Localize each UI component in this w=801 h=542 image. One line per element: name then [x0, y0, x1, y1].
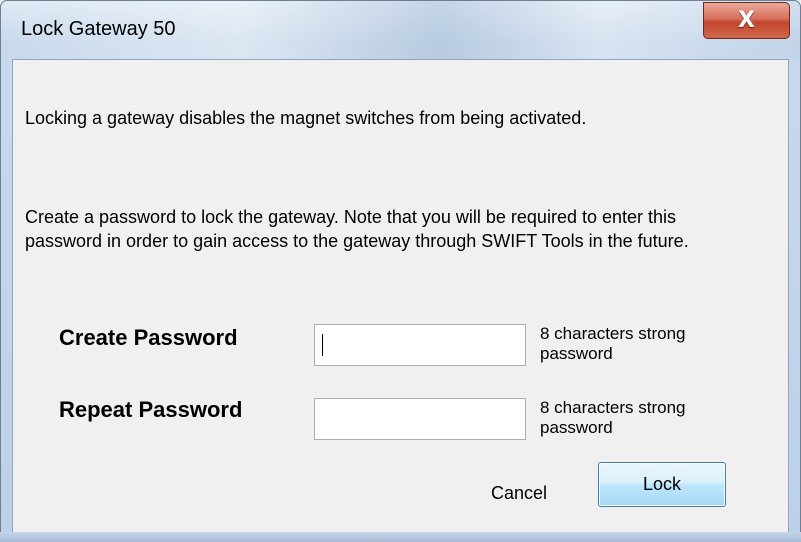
repeat-password-input[interactable]	[314, 398, 526, 440]
instruction-text: Create a password to lock the gateway. N…	[25, 207, 689, 251]
text-caret	[322, 334, 323, 356]
cancel-button[interactable]: Cancel	[491, 483, 547, 504]
intro-text: Locking a gateway disables the magnet sw…	[25, 108, 587, 128]
repeat-password-hint: 8 characters strong password	[540, 398, 686, 437]
window-bottom-border	[0, 532, 801, 542]
window-title: Lock Gateway 50	[21, 18, 176, 40]
create-password-input[interactable]	[314, 324, 526, 366]
repeat-password-label: Repeat Password	[59, 397, 243, 422]
close-icon: X	[738, 8, 755, 33]
close-button[interactable]: X	[703, 2, 790, 39]
dialog-window: Lock Gateway 50 X	[0, 0, 801, 542]
lock-button[interactable]: Lock	[598, 462, 726, 507]
create-password-hint: 8 characters strong password	[540, 324, 686, 363]
create-password-label: Create Password	[59, 325, 238, 350]
lock-button-label: Lock	[642, 474, 682, 494]
